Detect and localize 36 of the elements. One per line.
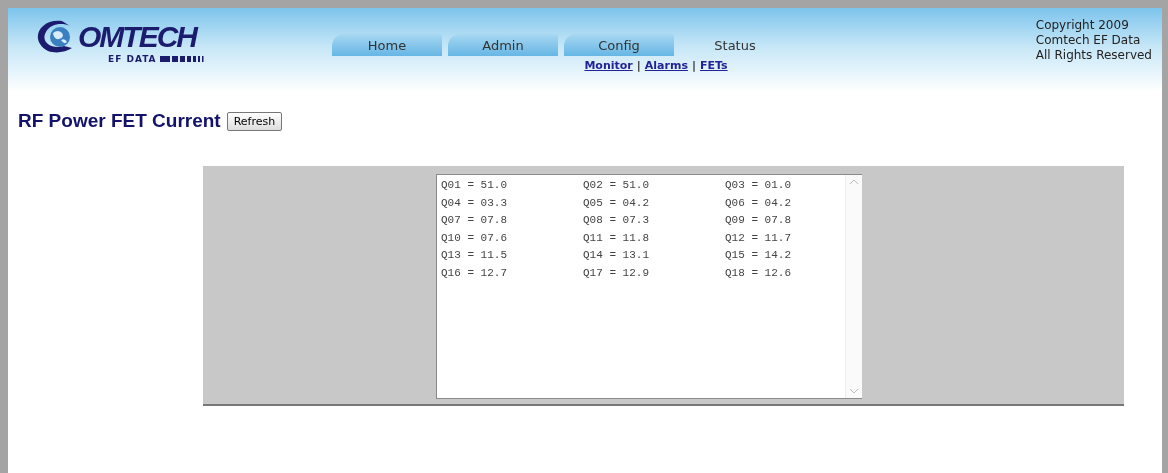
copyright-line: Copyright 2009 xyxy=(1035,18,1130,33)
logo-subtitle: EF DATA xyxy=(108,54,157,64)
fet-reading: Q17 = 12.9 xyxy=(583,266,650,281)
fet-reading: Q13 = 11.5 xyxy=(441,249,508,263)
copyright-line: All Rights Reserved xyxy=(1035,48,1152,63)
fet-reading: Q04 = 03.3 xyxy=(441,196,508,211)
fet-reading: Q08 = 07.3 xyxy=(583,214,650,228)
fet-reading: Q10 = 07.6 xyxy=(441,231,508,246)
nav-tab[interactable]: Status xyxy=(680,34,790,56)
fet-reading: Q01 = 51.0 xyxy=(441,179,508,193)
fet-reading: Q15 = 14.2 xyxy=(725,249,792,263)
link-separator: | xyxy=(636,59,641,72)
fet-reading: Q03 = 01.0 xyxy=(725,179,792,193)
fet-reading: Q12 = 11.7 xyxy=(725,231,792,246)
logo-bars-icon xyxy=(159,55,206,63)
logo-wordmark: OMTECH xyxy=(78,20,199,54)
nav-tab[interactable]: Admin xyxy=(448,34,558,56)
fet-reading: Q09 = 07.8 xyxy=(725,214,792,228)
fet-reading: Q18 = 12.6 xyxy=(725,266,792,281)
fet-reading: Q07 = 07.8 xyxy=(441,214,508,228)
fet-reading: Q02 = 51.0 xyxy=(583,179,650,193)
page-title: RF Power FET Current xyxy=(18,110,221,132)
fet-reading: Q14 = 13.1 xyxy=(583,249,650,263)
fet-reading: Q06 = 04.2 xyxy=(725,196,792,211)
nav-tab[interactable]: Config xyxy=(564,34,674,56)
subnav-link[interactable]: Alarms xyxy=(644,59,688,72)
refresh-button[interactable]: Refresh xyxy=(226,111,283,131)
subnav-link[interactable]: Monitor xyxy=(584,59,633,72)
link-separator: | xyxy=(691,59,696,72)
scrollbar[interactable] xyxy=(845,175,862,398)
fet-reading: Q11 = 11.8 xyxy=(583,231,650,246)
copyright-line: Comtech EF Data xyxy=(1035,33,1142,48)
fet-reading: Q05 = 04.2 xyxy=(583,196,650,211)
fet-reading: Q16 = 12.7 xyxy=(441,266,508,281)
subnav-link[interactable]: FETs xyxy=(699,59,728,72)
nav-tab[interactable]: Home xyxy=(332,34,442,56)
